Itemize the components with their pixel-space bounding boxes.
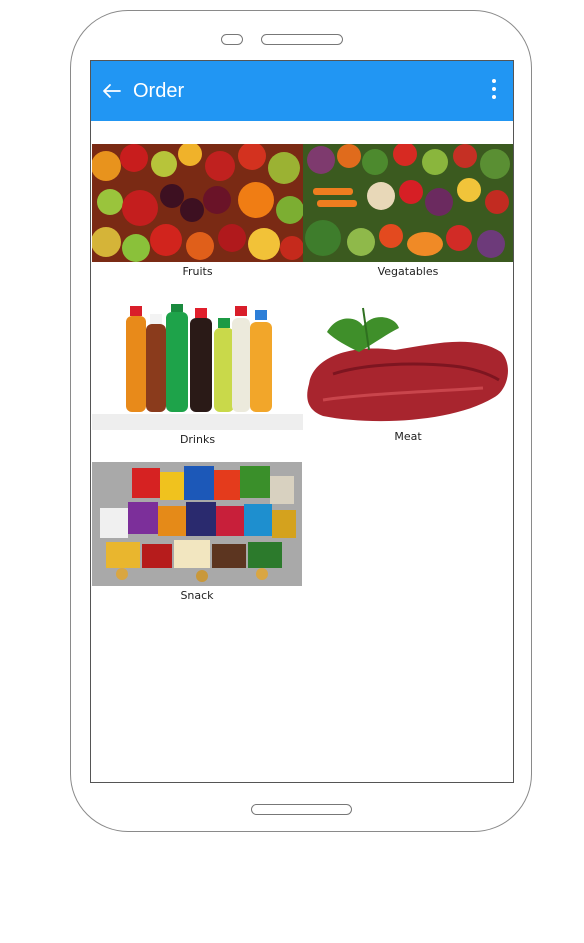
category-tile-snack[interactable]: Snack	[92, 462, 302, 605]
fruits-photo	[92, 144, 303, 262]
page-title: Order	[133, 80, 185, 102]
snack-photo	[92, 462, 302, 586]
app-bar: Order	[91, 61, 513, 121]
category-label: Drinks	[179, 433, 216, 446]
vegetables-photo	[303, 144, 513, 262]
home-button[interactable]	[251, 804, 352, 815]
meat-photo	[303, 304, 513, 428]
category-label: Meat	[394, 430, 422, 443]
more-vert-icon[interactable]	[487, 79, 501, 103]
earpiece-speaker	[261, 34, 343, 45]
arrow-left-icon[interactable]	[101, 80, 123, 102]
category-label: Vegatables	[377, 265, 439, 278]
app-screen: Order Fruits Vegatables Drinks Meat Snac…	[90, 60, 514, 783]
category-tile-vegetables[interactable]: Vegatables	[303, 144, 513, 284]
drinks-photo	[92, 304, 303, 430]
category-tile-drinks[interactable]: Drinks	[92, 304, 303, 449]
front-camera	[221, 34, 243, 45]
category-tile-fruits[interactable]: Fruits	[92, 144, 303, 284]
category-tile-meat[interactable]: Meat	[303, 304, 513, 446]
category-label: Fruits	[182, 265, 213, 278]
category-label: Snack	[180, 589, 214, 602]
